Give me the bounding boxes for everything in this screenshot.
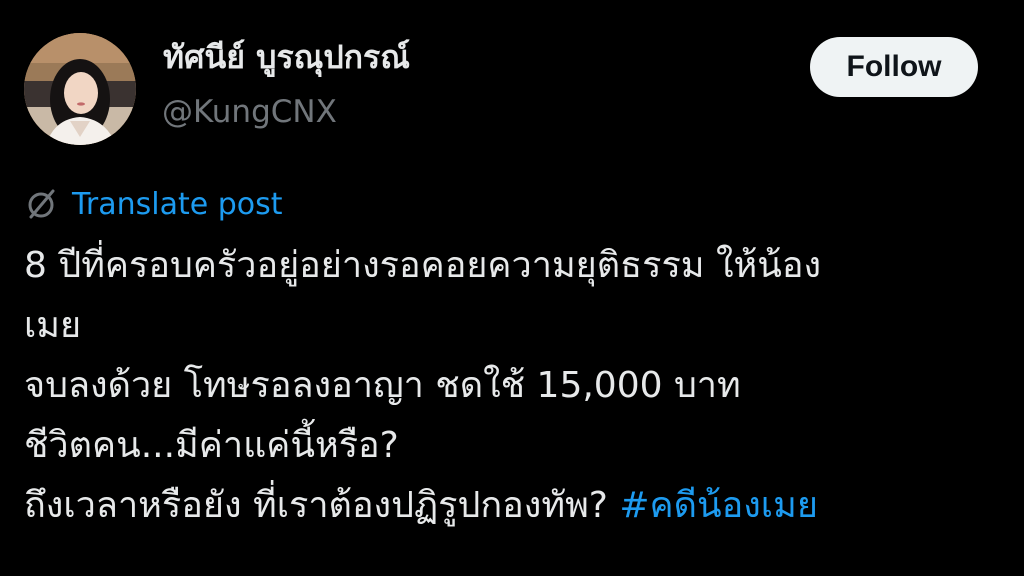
avatar-photo-icon <box>24 33 136 145</box>
post-line: ชีวิตคน...มีค่าแค่นี้หรือ? <box>24 425 399 466</box>
author-avatar[interactable] <box>24 33 136 145</box>
post-line: 8 ปีที่ครอบครัวอยู่อย่างรอคอยความยุติธรร… <box>24 245 822 286</box>
post-line-with-hashtag: ถึงเวลาหรือยัง ที่เราต้องปฏิรูปกองทัพ? #… <box>24 476 974 536</box>
globe-slash-icon <box>24 186 60 222</box>
post-line: จบลงด้วย โทษรอลงอาญา ชดใช้ 15,000 บาท <box>24 365 741 406</box>
post-text: 8 ปีที่ครอบครัวอยู่อย่างรอคอยความยุติธรร… <box>24 236 974 536</box>
author-display-name[interactable]: ทัศนีย์ บูรณุปกรณ์ <box>163 39 410 75</box>
post-card: ทัศนีย์ บูรณุปกรณ์ @KungCNX Follow Trans… <box>0 0 1024 576</box>
hashtag-link[interactable]: #คดีน้องเมย <box>619 485 818 526</box>
follow-button[interactable]: Follow <box>810 37 978 97</box>
translate-post-link[interactable]: Translate post <box>72 187 283 222</box>
post-line: เมย <box>24 305 82 346</box>
author-handle[interactable]: @KungCNX <box>162 95 337 129</box>
translate-post-row[interactable]: Translate post <box>24 184 283 224</box>
post-line-text: ถึงเวลาหรือยัง ที่เราต้องปฏิรูปกองทัพ? <box>24 485 620 526</box>
